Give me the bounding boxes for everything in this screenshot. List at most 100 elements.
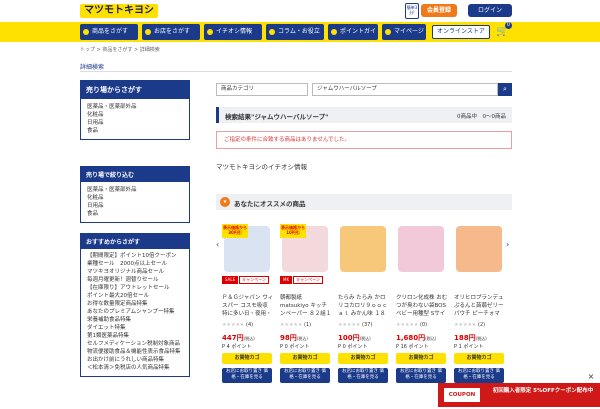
- result-count: 0商品中 0〜0商品: [457, 114, 506, 120]
- sidebar-item[interactable]: マツキヨオリジナル商品セール: [87, 268, 183, 276]
- search-button[interactable]: ⌕: [498, 83, 512, 96]
- nav-pickup[interactable]: イチオシ情報: [204, 24, 262, 40]
- discount-ribbon: 表示価格から 10円引: [280, 224, 306, 238]
- keyword-input[interactable]: ジャムウハーバルソープ: [312, 83, 498, 96]
- recommend-icon: ★: [220, 197, 230, 207]
- store-stock-button[interactable]: お店にお取り置き 価格・在庫を見る: [280, 368, 330, 383]
- sidebar-section-category: 売り場からさがす 医薬品・医薬部外品 化粧品 日用品 食品: [80, 80, 190, 140]
- rating-stars: ★★★★★ (4): [222, 322, 254, 328]
- product-points: P 4 ポイント: [222, 344, 252, 350]
- sidebar-section-title: 売り場で絞り込む: [81, 167, 189, 182]
- sidebar-item[interactable]: 物流便援助食品＆機能性表示食品特集: [87, 348, 183, 356]
- sidebar-section-title: おすすめからさがす: [81, 234, 189, 249]
- product-tag: SALE: [222, 276, 239, 284]
- sidebar-item[interactable]: 食品: [87, 210, 183, 218]
- store-stock-button[interactable]: お店にお取り置き 価格・在庫を見る: [454, 368, 504, 383]
- mypage-icon: [385, 29, 391, 35]
- sidebar-item[interactable]: 第1類医薬品特集: [87, 332, 183, 340]
- product-card[interactable]: オリヒロプランデュ ぷるんと蒟蒻ゼリーパウチ ピーチォマ ★★★★★ (2) 188…: [454, 222, 506, 409]
- search-icon: ⌕: [503, 85, 507, 93]
- store-stock-button[interactable]: お店にお取り置き 価格・在庫を見る: [396, 368, 446, 383]
- nav-points[interactable]: ポイントガイド: [328, 24, 378, 51]
- coupon-label: COUPON: [444, 388, 480, 402]
- category-select[interactable]: 商品カテゴリ: [216, 83, 308, 96]
- sidebar-item[interactable]: 業種セール 2000点以上セール: [87, 260, 183, 268]
- product-points: P 16 ポイント: [396, 344, 429, 350]
- divider: [80, 71, 512, 72]
- add-to-cart-button[interactable]: お買物カゴ: [396, 353, 446, 364]
- coupon-text: 初回購入者限定 5%OFFクーポン配布中: [492, 388, 594, 394]
- sidebar-item[interactable]: 日用品: [87, 202, 183, 210]
- product-card[interactable]: たらみ たらみ かロリコカロリ９ｏｏｃａｌ みかん味 １８ ★★★★★ (37) 1…: [338, 222, 390, 409]
- product-image[interactable]: [456, 226, 502, 272]
- result-header: 検索結果"ジャムウハーバルソープ" 0商品中 0〜0商品: [216, 107, 512, 123]
- coupon-banner[interactable]: COUPON 初回購入者限定 5%OFFクーポン配布中: [438, 383, 600, 407]
- sidebar: 売り場からさがす 医薬品・医薬部外品 化粧品 日用品 食品 売り場で絞り込む 医…: [80, 80, 190, 385]
- price-note: (税込): [475, 336, 487, 341]
- sidebar-item[interactable]: 食品: [87, 127, 183, 135]
- add-to-cart-button[interactable]: お買物カゴ: [338, 353, 388, 364]
- breadcrumb[interactable]: トップ > 商品をさがす > 詳細検索: [80, 46, 160, 53]
- product-name[interactable]: 朝都製紙 matsukiyo キッチンペーパー ８２組１６４枚: [280, 294, 332, 318]
- sidebar-item[interactable]: お得な数量限定商品特集: [87, 300, 183, 308]
- review-count: (37): [362, 322, 373, 328]
- add-to-cart-button[interactable]: お買物カゴ: [280, 353, 330, 364]
- product-points: P 0 ポイント: [338, 344, 368, 350]
- nav-column[interactable]: コラム・お役立ち: [266, 24, 324, 51]
- sidebar-item[interactable]: ＜松本清＞免税店の人気商品特集: [87, 364, 183, 372]
- rating-stars: ★★★★★ (1): [280, 322, 312, 328]
- sidebar-section-filter: 売り場で絞り込む 医薬品・医薬部外品 化粧品 日用品 食品: [80, 166, 190, 223]
- points-icon: [331, 29, 337, 35]
- review-count: (0): [420, 322, 428, 328]
- product-card[interactable]: 表示価格から 10円引 MK キャンペーン 朝都製紙 matsukiyo キッチンペー…: [280, 222, 332, 409]
- sidebar-item[interactable]: ダイエット特集: [87, 324, 183, 332]
- product-image[interactable]: [398, 226, 444, 272]
- price-note: (税込): [243, 336, 255, 341]
- product-tag: キャンペーン: [293, 276, 323, 284]
- sidebar-item[interactable]: セルフメディケーション税制対象商品: [87, 340, 183, 348]
- review-count: (1): [304, 322, 312, 328]
- login-button[interactable]: ログイン: [468, 4, 512, 17]
- sidebar-item[interactable]: 日用品: [87, 119, 183, 127]
- add-to-cart-button[interactable]: お買物カゴ: [222, 353, 272, 364]
- cart-count-badge: 0: [505, 22, 512, 29]
- sidebar-item[interactable]: 栄養補助食品特集: [87, 316, 183, 324]
- sidebar-item[interactable]: あなたのプレミアムシャンプー特集: [87, 308, 183, 316]
- store-stock-button[interactable]: お店にお取り置き 価格・在庫を見る: [222, 368, 272, 383]
- register-button[interactable]: 会員登録: [421, 4, 457, 17]
- product-points: P 0 ポイント: [280, 344, 310, 350]
- product-name[interactable]: クリロン化成株 おむつが臭わない袋BOS ベビー用種型 Sサイ: [396, 294, 448, 318]
- rating-stars: ★★★★★ (2): [454, 322, 486, 328]
- product-name[interactable]: Ｐ＆Ｇジャパン ウィスパー コスモ吸収 特に多い日・夜用・羽: [222, 294, 274, 318]
- sidebar-item[interactable]: 化粧品: [87, 194, 183, 202]
- product-card[interactable]: クリロン化成株 おむつが臭わない袋BOS ベビー用種型 Sサイ ★★★★★ (0)…: [396, 222, 448, 409]
- product-image[interactable]: [340, 226, 386, 272]
- close-icon[interactable]: ×: [586, 372, 596, 382]
- sidebar-item[interactable]: お出かけ前にうれしい商品特集: [87, 356, 183, 364]
- sidebar-item[interactable]: 医薬品・医薬部外品: [87, 186, 183, 194]
- add-to-cart-button[interactable]: お買物カゴ: [454, 353, 504, 364]
- sidebar-item[interactable]: 毎週月曜更新！週替りセール: [87, 276, 183, 284]
- store-stock-button[interactable]: お店にお取り置き 価格・在庫を見る: [338, 368, 388, 383]
- nav-mypage[interactable]: マイページ: [382, 24, 426, 40]
- sidebar-item[interactable]: 【期間限定】ポイント10倍クーポン: [87, 252, 183, 260]
- product-price: 98円(税込): [280, 334, 308, 342]
- nav-products[interactable]: 商品をさがす: [80, 24, 138, 40]
- nav-stores[interactable]: お店をさがす: [142, 24, 200, 40]
- carousel-next-icon[interactable]: ›: [506, 240, 512, 256]
- sidebar-item[interactable]: 【在庫限り】アウトレットセール: [87, 284, 183, 292]
- product-name[interactable]: オリヒロプランデュ ぷるんと蒟蒻ゼリーパウチ ピーチォマ: [454, 294, 506, 318]
- recommend-title: あなたにオススメの商品: [234, 200, 306, 208]
- product-card[interactable]: 表示価格から 30円引 SALE キャンペーン Ｐ＆Ｇジャパン ウィスパー コスモ吸収…: [222, 222, 274, 409]
- online-store-button[interactable]: オンラインストア: [432, 25, 490, 39]
- sidebar-item[interactable]: ポイント最大20倍セール: [87, 292, 183, 300]
- search-row: 商品カテゴリ ジャムウハーバルソープ ⌕: [216, 83, 512, 97]
- product-name[interactable]: たらみ たらみ かロリコカロリ９ｏｏｃａｌ みかん味 １８: [338, 294, 390, 318]
- discount-ribbon: 表示価格から 30円引: [222, 224, 248, 238]
- products-icon: [83, 29, 89, 35]
- sidebar-item[interactable]: 化粧品: [87, 111, 183, 119]
- sidebar-item[interactable]: 医薬品・医薬部外品: [87, 103, 183, 111]
- recommend-carousel: 表示価格から 30円引 SALE キャンペーン Ｐ＆Ｇジャパン ウィスパー コスモ吸収…: [222, 222, 506, 409]
- site-logo[interactable]: マツモトキヨシ: [80, 4, 158, 18]
- product-tag: キャンペーン: [239, 276, 269, 284]
